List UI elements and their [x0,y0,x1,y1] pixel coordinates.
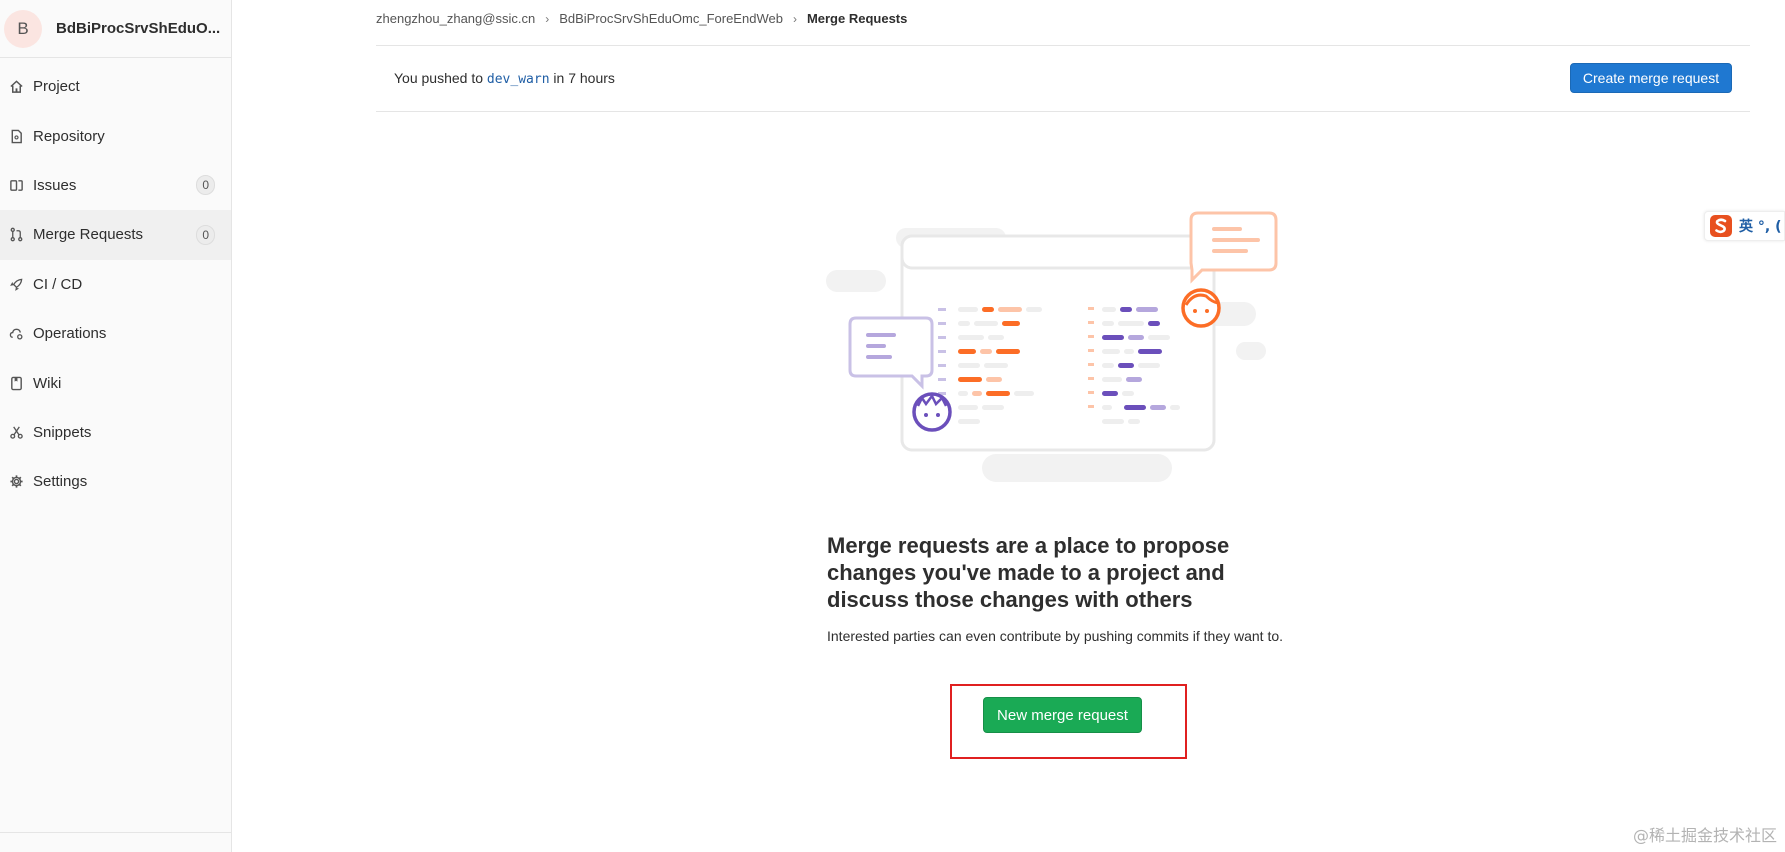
sidebar-item-label: Repository [33,127,105,145]
watermark: @稀土掘金技术社区 [1632,826,1777,845]
rocket-icon [8,276,24,292]
ime-status-text: 英 °, ( [1739,219,1782,235]
sidebar-item-wiki[interactable]: Wiki [0,358,231,407]
issues-icon [8,177,24,193]
branch-link[interactable]: dev_warn [487,72,550,87]
sidebar-item-merge-requests[interactable]: Merge Requests 0 [0,210,231,260]
gear-icon [8,474,24,490]
create-merge-request-button[interactable]: Create merge request [1570,63,1732,93]
project-name[interactable]: BdBiProcSrvShEduO... [56,20,220,37]
sidebar-item-label: Snippets [33,423,92,441]
merge-requests-count-badge: 0 [196,224,215,245]
sidebar-item-label: Issues [33,176,77,194]
sidebar-item-label: Settings [33,473,88,491]
chevron-right-icon: › [545,11,550,26]
sidebar-item-snippets[interactable]: Snippets [0,408,231,457]
push-notice-prefix: You pushed to [394,70,484,86]
empty-state-description: Interested parties can even contribute b… [827,628,1284,644]
divider [376,111,1750,112]
push-notice: You pushed to dev_warn in 7 hours [394,70,615,87]
breadcrumb-current[interactable]: Merge Requests [807,11,907,26]
sogou-logo-icon [1710,215,1732,237]
book-icon [8,375,24,391]
breadcrumb-user[interactable]: zhengzhou_zhang@ssic.cn [376,11,535,26]
sidebar-collapse-bar[interactable] [0,832,231,852]
sidebar: B BdBiProcSrvShEduO... Project Repositor… [0,0,232,852]
breadcrumb-project[interactable]: BdBiProcSrvShEduOmc_ForeEndWeb [559,11,783,26]
merge-request-icon [8,227,24,243]
scissors-icon [8,424,24,440]
sidebar-item-issues[interactable]: Issues 0 [0,161,231,210]
project-avatar[interactable]: B [4,9,42,48]
sidebar-item-project[interactable]: Project [0,62,231,111]
sidebar-item-label: Operations [33,325,107,343]
sidebar-item-settings[interactable]: Settings [0,457,231,506]
chevron-right-icon: › [792,11,797,26]
push-notice-suffix: in 7 hours [553,70,615,86]
sidebar-item-operations[interactable]: Operations [0,309,231,358]
project-header[interactable]: B BdBiProcSrvShEduO... [0,0,231,58]
cloud-gear-icon [8,326,24,342]
sidebar-item-ci-cd[interactable]: CI / CD [0,260,231,309]
sidebar-nav: Project Repository Issues 0 Merge Reques… [0,62,231,507]
sidebar-item-repository[interactable]: Repository [0,111,231,160]
annotation-highlight-box [950,684,1187,759]
empty-state-title: Merge requests are a place to propose ch… [827,533,1230,612]
ime-toolbar[interactable]: 英 °, ( [1704,211,1785,241]
sidebar-item-label: CI / CD [33,275,83,293]
sidebar-item-label: Merge Requests [33,226,144,244]
sidebar-item-label: Wiki [33,374,62,392]
merge-requests-illustration [826,211,1278,482]
doc-icon [8,128,24,144]
divider [376,45,1750,46]
sidebar-item-label: Project [33,78,80,96]
breadcrumb: zhengzhou_zhang@ssic.cn › BdBiProcSrvShE… [376,11,907,26]
issues-count-badge: 0 [196,175,215,196]
home-icon [8,79,24,95]
